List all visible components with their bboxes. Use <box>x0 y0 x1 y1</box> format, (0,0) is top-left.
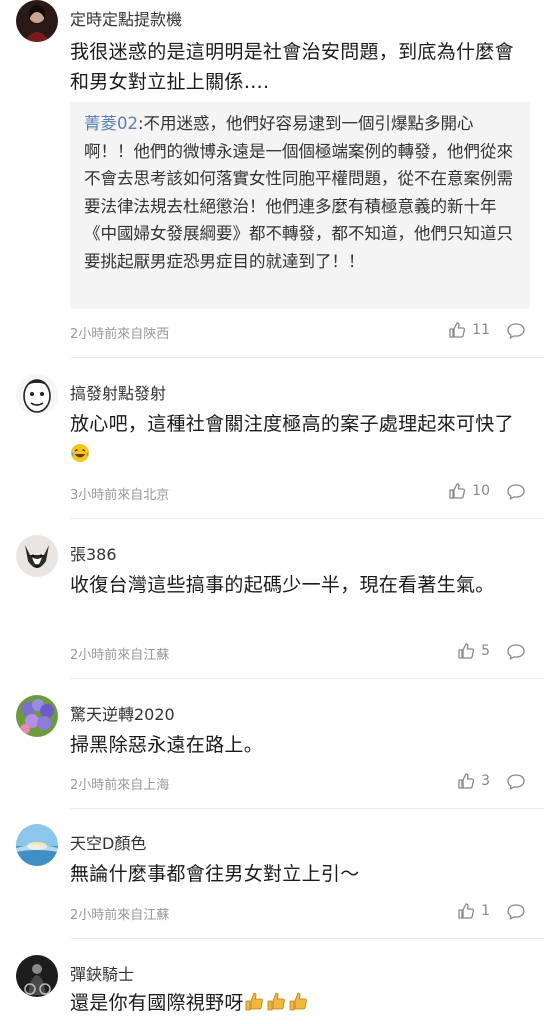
comment-text: 還是你有國際視野呀 <box>70 988 530 1021</box>
username[interactable]: 彈鋏騎士 <box>70 961 134 985</box>
thumbs-up-emoji-icon <box>244 990 310 1021</box>
comment-text: 收復台灣這些搞事的起碼少一半，現在看著生氣。 <box>70 574 495 596</box>
comment-text: 無論什麼事都會往男女對立上引～ <box>70 863 360 885</box>
comment-text-content: 還是你有國際視野呀 <box>70 992 244 1014</box>
reply-icon[interactable] <box>506 322 526 340</box>
thumbs-up-icon <box>449 483 466 499</box>
thumbs-up-icon <box>449 322 466 338</box>
like-count: 5 <box>481 643 490 659</box>
like-button[interactable]: 10 <box>448 482 490 500</box>
avatar[interactable] <box>16 824 58 866</box>
quoted-reply[interactable]: 菁菱02:不用迷惑，他們好容易逮到一個引爆點多開心啊！！他們的微博永遠是一個個極… <box>70 102 530 309</box>
avatar[interactable] <box>16 374 58 416</box>
avatar[interactable] <box>16 0 58 42</box>
comment-text-content: 放心吧，這種社會關注度極高的案子處理起來可快了 <box>70 413 514 435</box>
reply-icon[interactable] <box>506 643 526 661</box>
like-button[interactable]: 11 <box>448 321 490 339</box>
username[interactable]: 驚天逆轉2020 <box>70 701 175 725</box>
divider <box>70 938 544 939</box>
thumbs-up-icon <box>458 773 475 789</box>
avatar[interactable] <box>16 695 58 737</box>
thumbs-up-icon <box>458 643 475 659</box>
avatar[interactable] <box>16 535 58 577</box>
comment-meta: 2小時前來自上海 <box>70 778 170 793</box>
divider <box>70 808 544 809</box>
like-button[interactable]: 3 <box>457 772 490 790</box>
comment-meta: 2小時前來自陝西 <box>70 327 170 342</box>
divider <box>70 357 544 358</box>
thumbs-up-icon <box>458 903 475 919</box>
divider <box>70 518 544 519</box>
reply-icon[interactable] <box>506 773 526 791</box>
like-button[interactable]: 5 <box>457 642 490 660</box>
username[interactable]: 定時定點提款機 <box>70 6 182 30</box>
quote-text: :不用迷惑，他們好容易逮到一個引爆點多開心啊！！他們的微博永遠是一個個極端案例的… <box>84 114 513 271</box>
comment-text: 我很迷惑的是這明明是社會治安問題，到底為什麼會和男女對立扯上關係…. <box>70 41 514 93</box>
comment-meta: 3小時前來自北京 <box>70 488 170 503</box>
avatar[interactable] <box>16 955 58 997</box>
comment-text: 放心吧，這種社會關注度極高的案子處理起來可快了 <box>70 409 530 472</box>
like-button[interactable]: 1 <box>457 902 490 920</box>
username[interactable]: 天空D顏色 <box>70 830 146 854</box>
comment-meta: 2小時前來自江蘇 <box>70 908 170 923</box>
comment-text: 掃黑除惡永遠在路上。 <box>70 734 264 756</box>
reply-icon[interactable] <box>506 903 526 921</box>
quote-author[interactable]: 菁菱02 <box>84 114 138 133</box>
reply-icon[interactable] <box>506 483 526 501</box>
username[interactable]: 搞發射點發射 <box>70 380 166 404</box>
comment-meta: 2小時前來自江蘇 <box>70 648 170 663</box>
like-count: 10 <box>472 483 490 499</box>
username[interactable]: 張386 <box>70 541 117 565</box>
laughing-tears-emoji-icon <box>70 442 90 472</box>
like-count: 3 <box>481 773 490 789</box>
like-count: 1 <box>481 903 490 919</box>
divider <box>70 678 544 679</box>
like-count: 11 <box>472 322 490 338</box>
